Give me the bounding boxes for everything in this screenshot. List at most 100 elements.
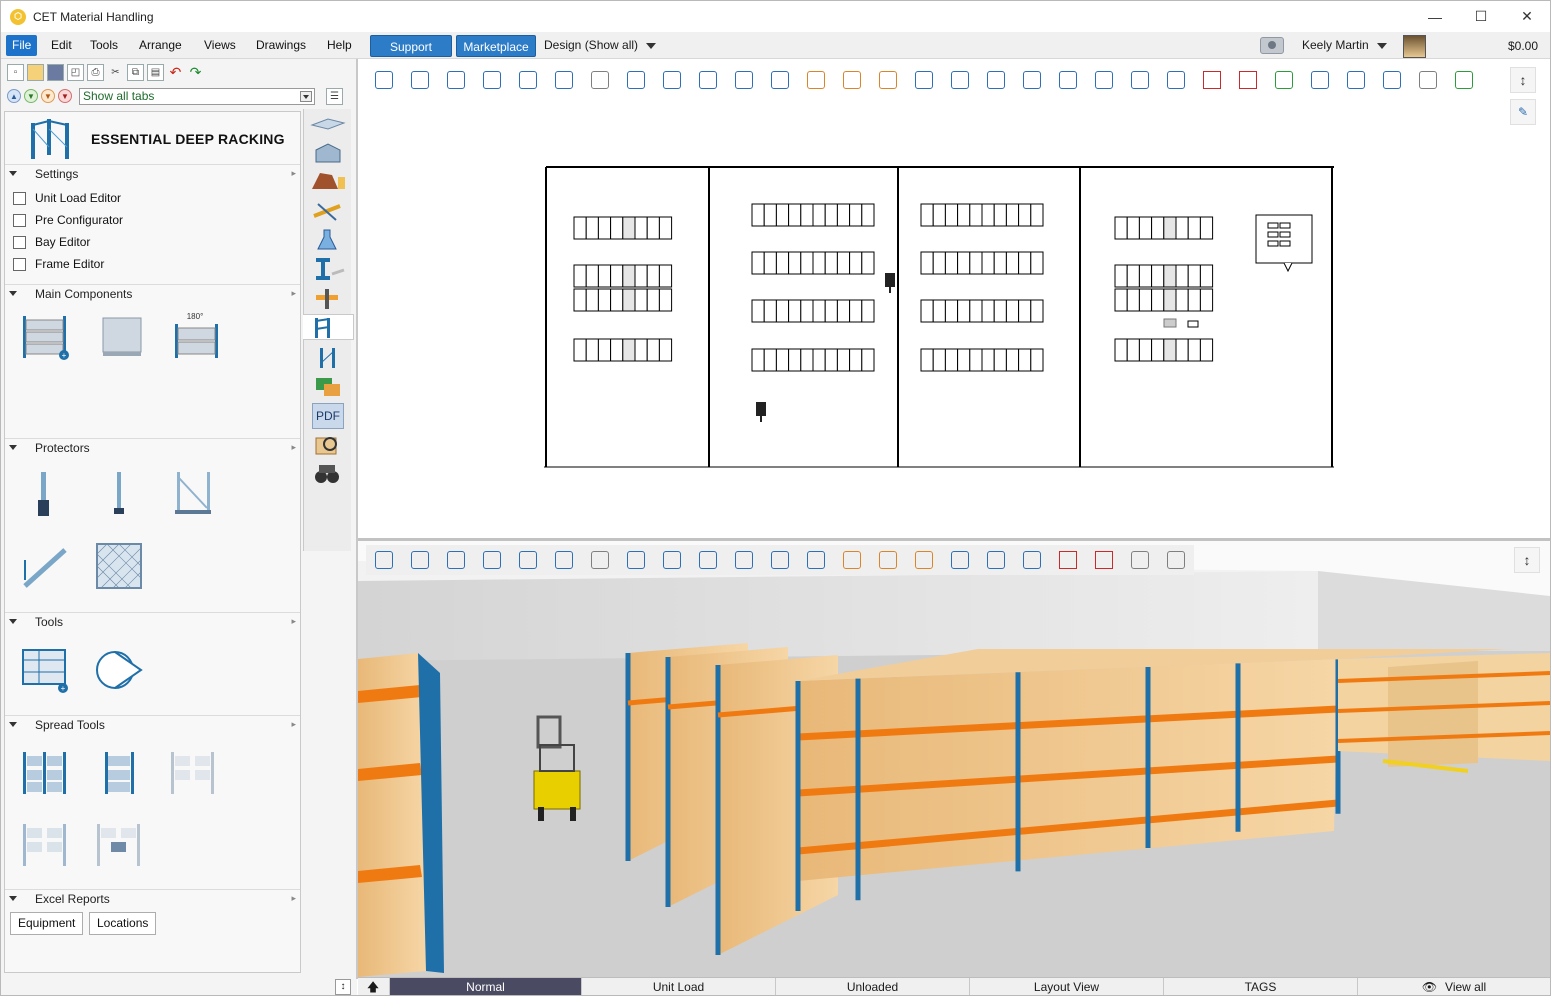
forklift-symbol-1[interactable] xyxy=(885,273,895,293)
rack-bay-cell[interactable] xyxy=(597,338,612,362)
rack-bay-cell[interactable] xyxy=(775,299,790,323)
rack-bay-cell[interactable] xyxy=(1138,264,1153,288)
avatar[interactable] xyxy=(1403,35,1426,58)
delete-icon[interactable] xyxy=(1050,545,1086,575)
resize-icon[interactable] xyxy=(1014,545,1050,575)
rack-bay-cell[interactable] xyxy=(920,348,934,372)
new-document-icon[interactable]: ▫ xyxy=(7,63,24,81)
rack-bay-cell[interactable] xyxy=(1018,348,1032,372)
rack-bay-cell[interactable] xyxy=(812,203,826,227)
rack-bay-cell[interactable] xyxy=(788,251,802,275)
tab-beam-icon[interactable] xyxy=(308,256,346,282)
rack-bay-cell[interactable] xyxy=(1163,338,1177,362)
zoom-window-icon[interactable] xyxy=(546,545,582,575)
rack-bay-cell[interactable] xyxy=(658,264,673,288)
upright-protector-tile[interactable] xyxy=(93,468,145,520)
status-layout-view[interactable]: Layout View xyxy=(969,978,1163,995)
spread-rack-tile-5[interactable] xyxy=(93,818,145,870)
rack-bay-cell[interactable] xyxy=(610,288,624,312)
rack-bay-cell[interactable] xyxy=(849,251,863,275)
nav-down-red-icon[interactable]: ▼ xyxy=(58,89,72,103)
status-tags[interactable]: TAGS xyxy=(1163,978,1357,995)
rack-bay-cell[interactable] xyxy=(775,251,790,275)
section-main-components[interactable]: Main Components ▸ xyxy=(5,284,300,302)
rack-bay-cell[interactable] xyxy=(622,338,636,362)
rack-bay-cell[interactable] xyxy=(944,348,959,372)
rack-bay-cell[interactable] xyxy=(597,264,612,288)
rack-bay-cell[interactable] xyxy=(1005,203,1020,227)
rack-bay-cell[interactable] xyxy=(932,203,946,227)
rack-bay-cell[interactable] xyxy=(1151,288,1165,312)
rack-bay-cell[interactable] xyxy=(944,299,959,323)
screenshot-camera-icon[interactable] xyxy=(1260,37,1284,54)
rack-bay-cell[interactable] xyxy=(1187,338,1201,362)
rack-bay-cell[interactable] xyxy=(824,299,838,323)
tab-pdf-icon[interactable]: PDF xyxy=(312,403,344,429)
rack-bay-cell[interactable] xyxy=(622,216,636,240)
status-normal[interactable]: Normal xyxy=(389,978,581,995)
rack-bay-cell[interactable] xyxy=(1030,348,1044,372)
rack-bay-cell[interactable] xyxy=(658,216,673,240)
menu-edit[interactable]: Edit xyxy=(45,35,78,56)
rack-bay-cell[interactable] xyxy=(861,251,875,275)
rack-bay-cell[interactable] xyxy=(993,251,1007,275)
copy-icon[interactable]: ⧉ xyxy=(127,63,144,81)
section-tools[interactable]: Tools ▸ xyxy=(5,612,300,630)
rack-bay-cell[interactable] xyxy=(836,251,851,275)
rack-bay-cell[interactable] xyxy=(981,203,995,227)
rack-bay-cell[interactable] xyxy=(1138,288,1153,312)
pan-icon[interactable] xyxy=(582,545,618,575)
align-icon[interactable] xyxy=(870,545,906,575)
rack-bay-cell[interactable] xyxy=(993,299,1007,323)
rack-bay-cell[interactable] xyxy=(849,203,863,227)
floor-plan[interactable] xyxy=(358,59,1550,539)
rack-bay-cell[interactable] xyxy=(1138,338,1153,362)
rack-bay-cell[interactable] xyxy=(944,251,959,275)
tab-deep-racking[interactable] xyxy=(303,314,354,340)
rack-bay-cell[interactable] xyxy=(1175,338,1189,362)
view-3d[interactable]: ↕ xyxy=(358,541,1550,977)
tabs-filter-select[interactable]: Show all tabs xyxy=(79,87,315,105)
undo-icon[interactable]: ↶ xyxy=(167,64,184,81)
rack-bay-cell[interactable] xyxy=(1187,216,1201,240)
rack-bay-cell[interactable] xyxy=(969,203,983,227)
maximize-button[interactable]: ☐ xyxy=(1458,1,1504,32)
user-menu[interactable]: Keely Martin xyxy=(1302,38,1387,52)
rack-bay-cell[interactable] xyxy=(836,299,851,323)
tab-measure-icon[interactable] xyxy=(308,198,346,224)
rack-bay-cell[interactable] xyxy=(1126,264,1140,288)
2d-view-icon[interactable] xyxy=(366,545,402,575)
tab-conveyor-icon[interactable] xyxy=(308,285,346,311)
rack-bay-cell[interactable] xyxy=(658,288,673,312)
spread-rack-tile-1[interactable] xyxy=(19,746,71,798)
rack-bay-cell[interactable] xyxy=(836,348,851,372)
paste-icon[interactable]: ▤ xyxy=(147,63,164,81)
equipment-report-button[interactable]: Equipment xyxy=(10,912,84,935)
rack-bay-cell[interactable] xyxy=(646,264,660,288)
menu-file[interactable]: File xyxy=(6,35,38,56)
tab-floor-icon[interactable] xyxy=(308,111,346,137)
rack-bay-cell[interactable] xyxy=(1163,264,1177,288)
rack-bay-cell[interactable] xyxy=(763,203,777,227)
spread-rack-tile-2[interactable] xyxy=(93,746,145,798)
rack-bay-cell[interactable] xyxy=(751,251,765,275)
rack-bay-cell[interactable] xyxy=(573,216,587,240)
menu-help[interactable]: Help xyxy=(321,35,358,56)
rack-bay-cell[interactable] xyxy=(1018,203,1032,227)
menu-arrange[interactable]: Arrange xyxy=(133,35,188,56)
rack-bay-cell[interactable] xyxy=(658,338,673,362)
rack-bay-cell[interactable] xyxy=(824,348,838,372)
orbit-icon[interactable] xyxy=(618,545,654,575)
print-icon[interactable]: ⎙ xyxy=(87,63,104,81)
rack-bay-cell[interactable] xyxy=(763,348,777,372)
scene-3d[interactable] xyxy=(358,541,1550,977)
tab-shapes-icon[interactable] xyxy=(308,374,346,400)
rack-bay-cell[interactable] xyxy=(1163,216,1177,240)
rack-bay-cell[interactable] xyxy=(788,203,802,227)
tab-binoculars-icon[interactable] xyxy=(308,461,346,487)
locations-report-button[interactable]: Locations xyxy=(89,912,157,935)
rack-bay-cell[interactable] xyxy=(788,348,802,372)
rack-bay-cell[interactable] xyxy=(932,348,946,372)
rack-bay-cell[interactable] xyxy=(932,251,946,275)
arrow-tool-tile[interactable] xyxy=(93,644,145,696)
